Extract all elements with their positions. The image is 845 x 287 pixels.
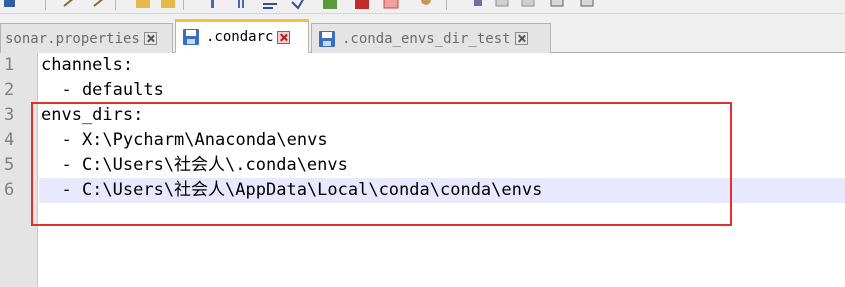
play-icon[interactable]: [470, 0, 486, 10]
code-line: channels:: [41, 55, 134, 75]
window-icon[interactable]: [549, 0, 565, 10]
tab-sonar-properties[interactable]: sonar.properties: [0, 23, 173, 53]
indent-icon[interactable]: [290, 0, 306, 10]
line-number: 1: [4, 55, 15, 75]
macro-icon[interactable]: [418, 0, 434, 10]
tab-conda-envs-dir-test[interactable]: .conda_envs_dir_test: [311, 23, 551, 53]
record-icon[interactable]: [494, 0, 510, 10]
toolbar-separator: [446, 0, 447, 10]
line-number: 6: [4, 180, 15, 200]
close-icon[interactable]: [514, 32, 528, 45]
code-line: - C:\Users\社会人\AppData\Local\conda\conda…: [41, 180, 543, 200]
floppy-disk-icon: [182, 28, 200, 46]
redo-icon[interactable]: [160, 0, 176, 10]
toolbar-separator: [115, 0, 116, 10]
line-number: 3: [4, 105, 15, 125]
toolbar: [0, 0, 845, 14]
tab-condarc[interactable]: .condarc: [175, 19, 309, 53]
tools-icon[interactable]: [579, 0, 595, 10]
text-editor[interactable]: channels: - defaults envs_dirs: - X:\Pyc…: [39, 53, 845, 287]
wrap-icon[interactable]: [262, 0, 278, 10]
undo-icon[interactable]: [135, 0, 151, 10]
color-icon[interactable]: [322, 0, 338, 10]
line-number-gutter: 1 2 3 4 5 6: [0, 53, 38, 287]
find-icon[interactable]: [205, 0, 221, 10]
line-number: 4: [4, 130, 15, 150]
replace-icon[interactable]: [233, 0, 249, 10]
save-all-icon[interactable]: [2, 0, 18, 10]
highlight-icon[interactable]: [383, 0, 399, 10]
close-icon[interactable]: [143, 32, 157, 45]
line-number: 2: [4, 80, 15, 100]
tab-label: .conda_envs_dir_test: [342, 30, 511, 47]
code-line: envs_dirs:: [41, 105, 144, 125]
code-line: - X:\Pycharm\Anaconda\envs: [41, 130, 328, 150]
bookmark-icon[interactable]: [354, 0, 370, 10]
toolbar-separator: [183, 0, 184, 10]
stop-icon[interactable]: [520, 0, 536, 10]
code-line: - C:\Users\社会人\.conda\envs: [41, 155, 348, 175]
tab-label: .condarc: [206, 29, 274, 45]
line-number: 5: [4, 155, 15, 175]
tab-bar: sonar.properties .condarc .conda_envs_di…: [0, 14, 845, 53]
toolbar-separator: [45, 0, 46, 10]
close-icon[interactable]: [277, 30, 291, 44]
copy-icon[interactable]: [92, 0, 108, 10]
cut-icon[interactable]: [62, 0, 78, 10]
code-line: - defaults: [41, 80, 164, 100]
floppy-disk-icon: [318, 30, 336, 48]
tab-label: sonar.properties: [5, 30, 140, 47]
